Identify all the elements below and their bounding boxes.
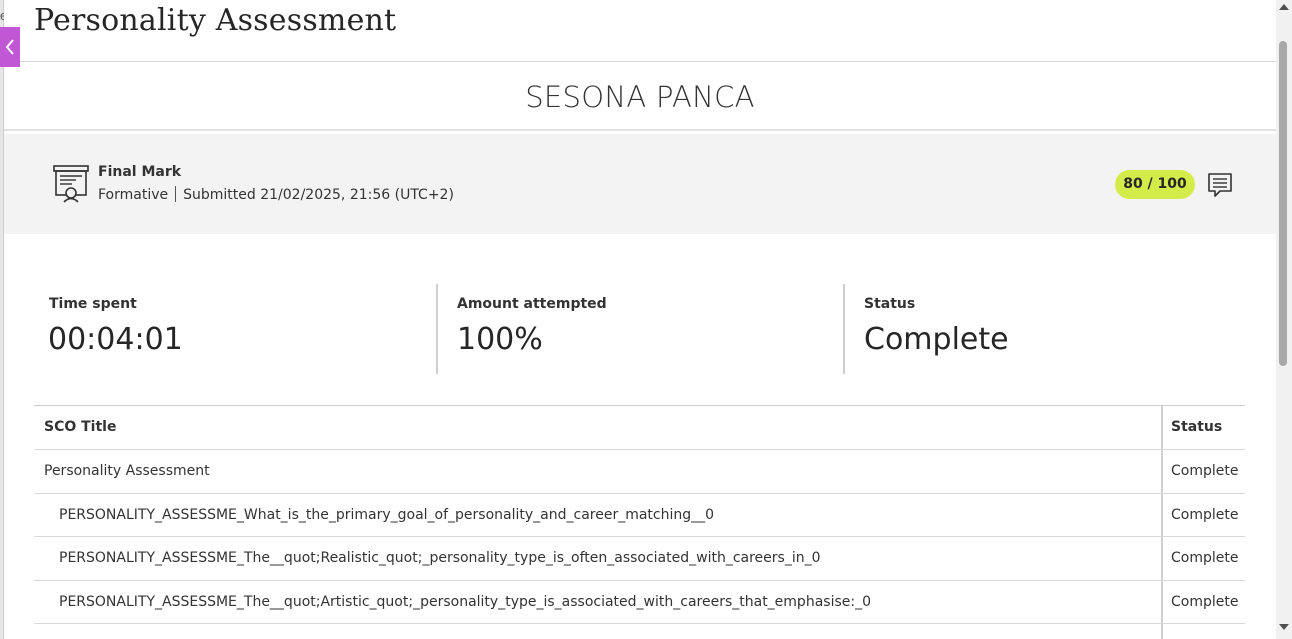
scrollbar-thumb[interactable]	[1279, 41, 1287, 366]
stat-amount-attempted: Amount attempted 100%	[436, 284, 843, 374]
sco-table: SCO Title Status Personality Assessment …	[34, 405, 1245, 639]
status-cell-partial	[1161, 624, 1245, 639]
table-row-partial	[34, 624, 1245, 639]
submission-date: Submitted 21/02/2025, 21:56 (UTC+2)	[183, 187, 454, 203]
status-cell: Complete	[1161, 580, 1245, 623]
status-cell: Complete	[1161, 493, 1245, 536]
page-title: Personality Assessment	[34, 3, 397, 38]
stat-label: Status	[864, 296, 916, 312]
sco-title-cell: Personality Assessment	[44, 463, 210, 479]
grade-detail-panel: Personality Assessment SESONA PANCA Fina…	[4, 0, 1276, 639]
stat-value: Complete	[864, 322, 1009, 357]
chevron-left-icon	[5, 39, 14, 55]
student-name-bar: SESONA PANCA	[4, 62, 1276, 131]
stat-value: 100%	[457, 322, 543, 357]
stat-status: Status Complete	[843, 284, 1246, 374]
final-mark-title: Final Mark	[98, 164, 182, 180]
stat-time-spent: Time spent 00:04:01	[34, 284, 436, 374]
divider	[175, 186, 177, 202]
column-header-sco-title[interactable]: SCO Title	[44, 419, 116, 435]
student-name: SESONA PANCA	[525, 80, 755, 114]
attempt-summary: Time spent 00:04:01 Amount attempted 100…	[34, 284, 1246, 374]
status-cell: Complete	[1161, 537, 1245, 580]
assessment-type: Formative	[98, 187, 169, 203]
certificate-icon	[53, 165, 89, 203]
sco-title-cell: PERSONALITY_ASSESSME_What_is_the_primary…	[59, 506, 715, 523]
stat-label: Time spent	[49, 296, 137, 312]
final-mark-bar: Final Mark Formative Submitted 21/02/2025…	[4, 134, 1276, 234]
table-row: Personality Assessment Complete	[34, 450, 1245, 494]
table-row: PERSONALITY_ASSESSME_The__quot;Artistic_…	[34, 580, 1245, 624]
final-mark-details: Formative Submitted 21/02/2025, 21:56 (UT…	[98, 186, 454, 203]
collapse-panel-button[interactable]	[0, 27, 20, 67]
stat-label: Amount attempted	[457, 296, 607, 312]
column-header-status[interactable]: Status	[1161, 406, 1245, 449]
status-cell: Complete	[1161, 450, 1245, 493]
table-header-row: SCO Title Status	[34, 406, 1245, 450]
scroll-down-arrow-icon[interactable]	[1279, 624, 1289, 630]
table-row: PERSONALITY_ASSESSME_The__quot;Realistic…	[34, 537, 1245, 581]
scroll-up-arrow-icon[interactable]	[1279, 4, 1289, 10]
stat-value: 00:04:01	[48, 322, 183, 357]
vertical-scrollbar[interactable]	[1276, 0, 1292, 639]
sco-title-cell: PERSONALITY_ASSESSME_The__quot;Artistic_…	[59, 593, 871, 610]
comment-icon[interactable]	[1207, 172, 1233, 198]
score-badge[interactable]: 80 / 100	[1115, 170, 1195, 199]
panel-header: Personality Assessment	[4, 0, 1276, 62]
table-row: PERSONALITY_ASSESSME_What_is_the_primary…	[34, 493, 1245, 537]
sco-title-cell: PERSONALITY_ASSESSME_The__quot;Realistic…	[59, 550, 821, 566]
